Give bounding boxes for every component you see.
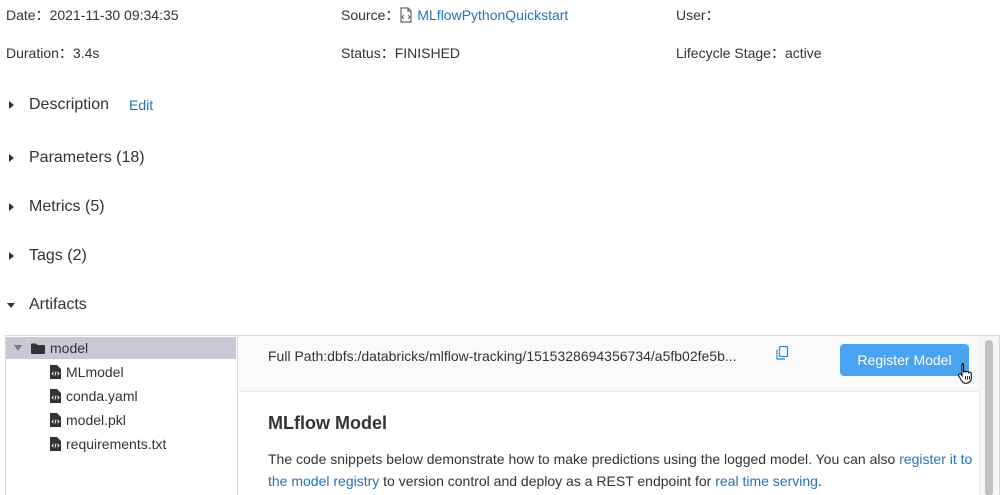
tree-file-label: MLmodel: [66, 364, 124, 380]
caret-right-icon: [6, 202, 16, 212]
section-description[interactable]: Description Edit: [0, 96, 153, 114]
folder-icon: [31, 343, 45, 354]
lifecycle-field: Lifecycle Stage：active: [676, 43, 822, 63]
status-value: FINISHED: [394, 45, 461, 61]
colon: ：: [385, 7, 400, 23]
full-path-text: Full Path:dbfs:/databricks/mlflow-tracki…: [268, 348, 737, 364]
colon: ：: [35, 7, 50, 23]
scrollbar-thumb[interactable]: [985, 340, 993, 495]
tree-file-label: conda.yaml: [66, 388, 138, 404]
lifecycle-label: Lifecycle Stage: [676, 45, 771, 61]
path-bar: Full Path:dbfs:/databricks/mlflow-tracki…: [239, 336, 999, 391]
register-model-button[interactable]: Register Model: [840, 344, 969, 376]
colon: ：: [770, 45, 785, 61]
tree-file-model-pkl[interactable]: model.pkl: [50, 409, 126, 431]
chevron-down-icon[interactable]: [14, 345, 22, 351]
caret-right-icon: [6, 153, 16, 163]
model-heading: MLflow Model: [268, 413, 387, 433]
source-field: Source： MLflowPythonQuickstart: [341, 5, 568, 25]
duration-field: Duration：3.4s: [6, 43, 99, 63]
notebook-icon: [400, 7, 412, 23]
file-code-icon: [50, 413, 61, 427]
lifecycle-value: active: [784, 45, 822, 61]
user-field: User：: [676, 5, 720, 25]
duration-label: Duration: [6, 45, 59, 61]
section-title: Description: [29, 96, 110, 113]
user-label: User: [676, 7, 706, 23]
file-code-icon: [50, 365, 61, 379]
status-field: Status：FINISHED: [341, 43, 460, 63]
date-value: 2021-11-30 09:34:35: [49, 7, 179, 23]
caret-right-icon: [6, 100, 16, 110]
caret-right-icon: [6, 251, 16, 261]
colon: ：: [58, 45, 73, 61]
duration-value: 3.4s: [72, 45, 100, 61]
model-description: The code snippets below demonstrate how …: [268, 448, 980, 492]
edit-description-link[interactable]: Edit: [129, 97, 153, 113]
artifact-tree: model MLmodel conda.yaml model.pkl requi…: [6, 336, 238, 495]
description-text-1: The code snippets below demonstrate how …: [268, 451, 900, 467]
tree-file-conda[interactable]: conda.yaml: [50, 385, 138, 407]
section-title: Tags (2): [29, 247, 87, 264]
file-code-icon: [50, 437, 61, 451]
scroll-track[interactable]: [979, 336, 999, 495]
colon: ：: [380, 45, 395, 61]
section-title: Metrics (5): [29, 198, 105, 215]
tree-file-requirements[interactable]: requirements.txt: [50, 433, 166, 455]
tree-file-label: requirements.txt: [66, 436, 167, 452]
source-link[interactable]: MLflowPythonQuickstart: [417, 7, 568, 23]
section-title: Artifacts: [29, 296, 87, 313]
description-text-2: to version control and deploy as a REST …: [379, 473, 716, 489]
date-label: Date: [6, 7, 36, 23]
section-artifacts[interactable]: Artifacts: [0, 296, 87, 314]
hand-pointer-icon: [958, 363, 972, 384]
section-title: Parameters (18): [29, 149, 145, 166]
artifact-viewer: Full Path:dbfs:/databricks/mlflow-tracki…: [239, 336, 999, 495]
date-field: Date：2021-11-30 09:34:35: [6, 5, 179, 25]
source-label: Source: [341, 7, 386, 23]
section-metrics[interactable]: Metrics (5): [0, 198, 105, 216]
description-text-3: .: [817, 473, 822, 489]
copy-icon[interactable]: [776, 346, 789, 360]
real-time-serving-link[interactable]: real time serving: [715, 473, 818, 489]
tree-file-mlmodel[interactable]: MLmodel: [50, 361, 124, 383]
model-content: MLflow Model The code snippets below dem…: [239, 391, 979, 495]
caret-down-icon: [6, 300, 16, 310]
tree-file-label: model.pkl: [66, 412, 126, 428]
artifacts-panel: model MLmodel conda.yaml model.pkl requi…: [5, 335, 1000, 495]
section-tags[interactable]: Tags (2): [0, 247, 87, 265]
file-code-icon: [50, 389, 61, 403]
section-parameters[interactable]: Parameters (18): [0, 149, 145, 167]
colon: ：: [705, 7, 720, 23]
tree-folder-model[interactable]: model: [6, 337, 236, 359]
tree-folder-label: model: [50, 340, 89, 356]
status-label: Status: [341, 45, 381, 61]
